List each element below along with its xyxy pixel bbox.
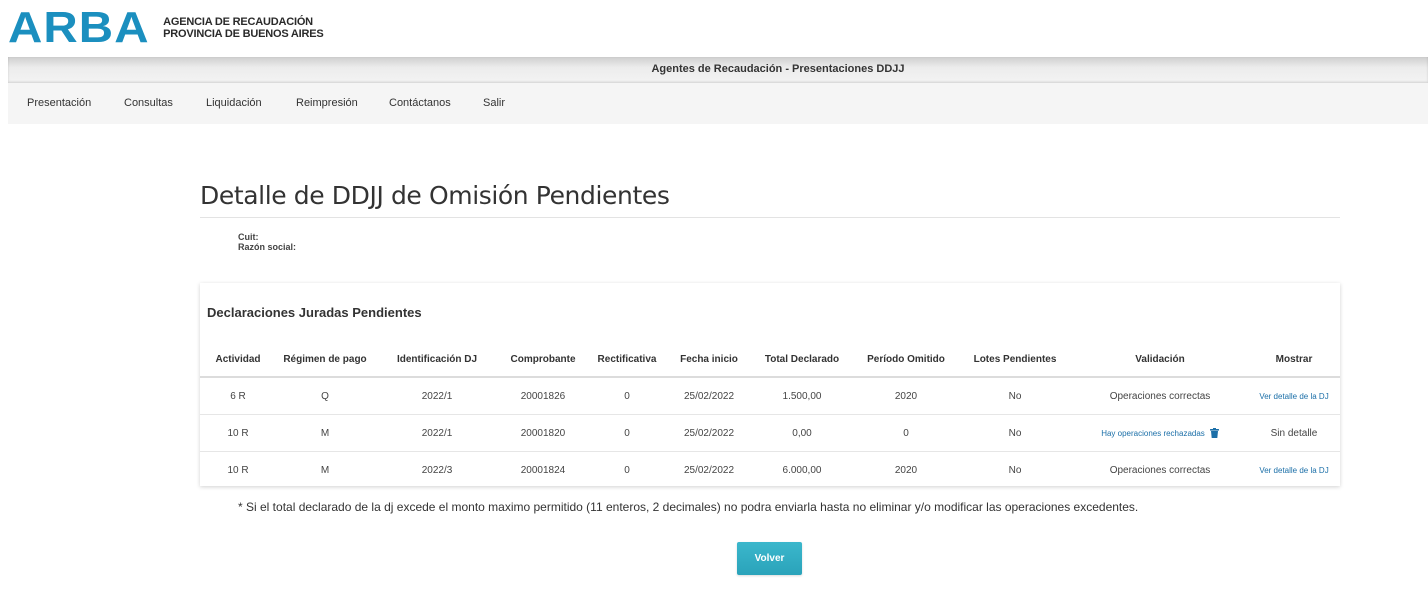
ver-detalle-link[interactable]: Ver detalle de la DJ	[1259, 466, 1328, 475]
column-header: Fecha inicio	[668, 343, 750, 378]
cell-regimen: Q	[276, 377, 374, 415]
column-header: Mostrar	[1248, 343, 1340, 378]
column-header: Total Declarado	[750, 343, 854, 378]
declarations-panel: Declaraciones Juradas Pendientes Activid…	[200, 283, 1340, 486]
trash-icon[interactable]	[1209, 427, 1219, 438]
cell-identificacion: 2022/1	[374, 414, 500, 452]
menu-item-salir[interactable]: Salir	[483, 97, 505, 109]
razon-social-label: Razón social:	[238, 242, 297, 252]
cell-actividad: 10 R	[227, 464, 249, 476]
menu-item-liquidacion[interactable]: Liquidación	[206, 97, 262, 109]
menu-item-presentacion[interactable]: Presentación	[27, 97, 91, 109]
arba-logo: ARBA AGENCIA DE RECAUDACIÓN PROVINCIA DE…	[8, 6, 324, 50]
cell-fecha: 25/02/2022	[668, 377, 750, 415]
ver-detalle-link[interactable]: Ver detalle de la DJ	[1259, 392, 1328, 401]
cell-total: 0,00	[750, 414, 854, 452]
column-header: Actividad	[200, 343, 276, 378]
cell-validacion: Operaciones correctas	[1072, 377, 1248, 415]
volver-button[interactable]: Volver	[737, 542, 802, 575]
table-row: 10 R M 2022/3 20001824 0 25/02/2022 6.00…	[200, 452, 1340, 489]
cell-periodo: 2020	[854, 377, 958, 415]
cuit-label: Cuit:	[238, 232, 259, 242]
menu-item-contactanos[interactable]: Contáctanos	[389, 97, 451, 109]
cell-comprobante: 20001824	[520, 464, 566, 476]
page-title: Detalle de DDJJ de Omisión Pendientes	[200, 181, 670, 210]
cell-periodo: 0	[854, 414, 958, 452]
rechazadas-link[interactable]: Hay operaciones rechazadas	[1101, 429, 1205, 438]
cell-mostrar: Sin detalle	[1248, 414, 1340, 452]
main-menu: Presentación Consultas Liquidación Reimp…	[8, 83, 1428, 124]
cell-identificacion: 2022/1	[374, 377, 500, 415]
cell-mostrar: Ver detalle de la DJ	[1248, 377, 1340, 415]
cell-periodo: 2020	[894, 464, 918, 476]
agency-line-1: AGENCIA DE RECAUDACIÓN	[163, 16, 313, 28]
agency-line-2: PROVINCIA DE BUENOS AIRES	[163, 28, 324, 40]
taxpayer-info: Cuit: Razón social:	[238, 232, 296, 252]
cell-regimen: M	[276, 414, 374, 452]
cell-rectificativa: 0	[624, 464, 630, 476]
cell-validacion: Operaciones correctas	[1109, 464, 1211, 476]
cell-validacion: Hay operaciones rechazadas	[1072, 414, 1248, 452]
cell-mostrar: Ver detalle de la DJ	[1248, 452, 1340, 489]
cell-rectificativa: 0	[586, 414, 668, 452]
column-header: Comprobante	[500, 343, 586, 378]
agency-name: AGENCIA DE RECAUDACIÓN PROVINCIA DE BUEN…	[163, 16, 324, 40]
declarations-table: Actividad Régimen de pago Identificación…	[200, 343, 1340, 488]
cell-total: 6.000,00	[782, 464, 822, 476]
cell-fecha: 25/02/2022	[683, 464, 735, 476]
cell-comprobante: 20001826	[500, 377, 586, 415]
menu-item-consultas[interactable]: Consultas	[124, 97, 173, 109]
title-bar: Agentes de Recaudación - Presentaciones …	[8, 57, 1428, 83]
table-header-row: Actividad Régimen de pago Identificación…	[200, 343, 1340, 378]
menu-item-reimpresion[interactable]: Reimpresión	[296, 97, 358, 109]
logo-mark: ARBA	[8, 3, 150, 52]
cell-regimen: M	[320, 464, 330, 476]
cell-identificacion: 2022/3	[421, 464, 453, 476]
column-header: Régimen de pago	[276, 343, 374, 378]
table-row: 10 R M 2022/1 20001820 0 25/02/2022 0,00…	[200, 414, 1340, 452]
footnote: * Si el total declarado de la dj excede …	[238, 500, 1139, 514]
cell-comprobante: 20001820	[500, 414, 586, 452]
cell-actividad: 10 R	[200, 414, 276, 452]
cell-rectificativa: 0	[586, 377, 668, 415]
cell-lotes: No	[1008, 464, 1022, 476]
panel-heading: Declaraciones Juradas Pendientes	[207, 305, 422, 320]
app-title: Agentes de Recaudación - Presentaciones …	[651, 63, 905, 75]
cell-lotes: No	[958, 414, 1072, 452]
column-header: Validación	[1072, 343, 1248, 378]
title-divider	[200, 217, 1340, 218]
cell-fecha: 25/02/2022	[668, 414, 750, 452]
column-header: Rectificativa	[586, 343, 668, 378]
column-header: Período Omitido	[854, 343, 958, 378]
cell-actividad: 6 R	[200, 377, 276, 415]
column-header: Identificación DJ	[374, 343, 500, 378]
table-row: 6 R Q 2022/1 20001826 0 25/02/2022 1.500…	[200, 377, 1340, 415]
column-header: Lotes Pendientes	[958, 343, 1072, 378]
cell-lotes: No	[958, 377, 1072, 415]
cell-total: 1.500,00	[750, 377, 854, 415]
